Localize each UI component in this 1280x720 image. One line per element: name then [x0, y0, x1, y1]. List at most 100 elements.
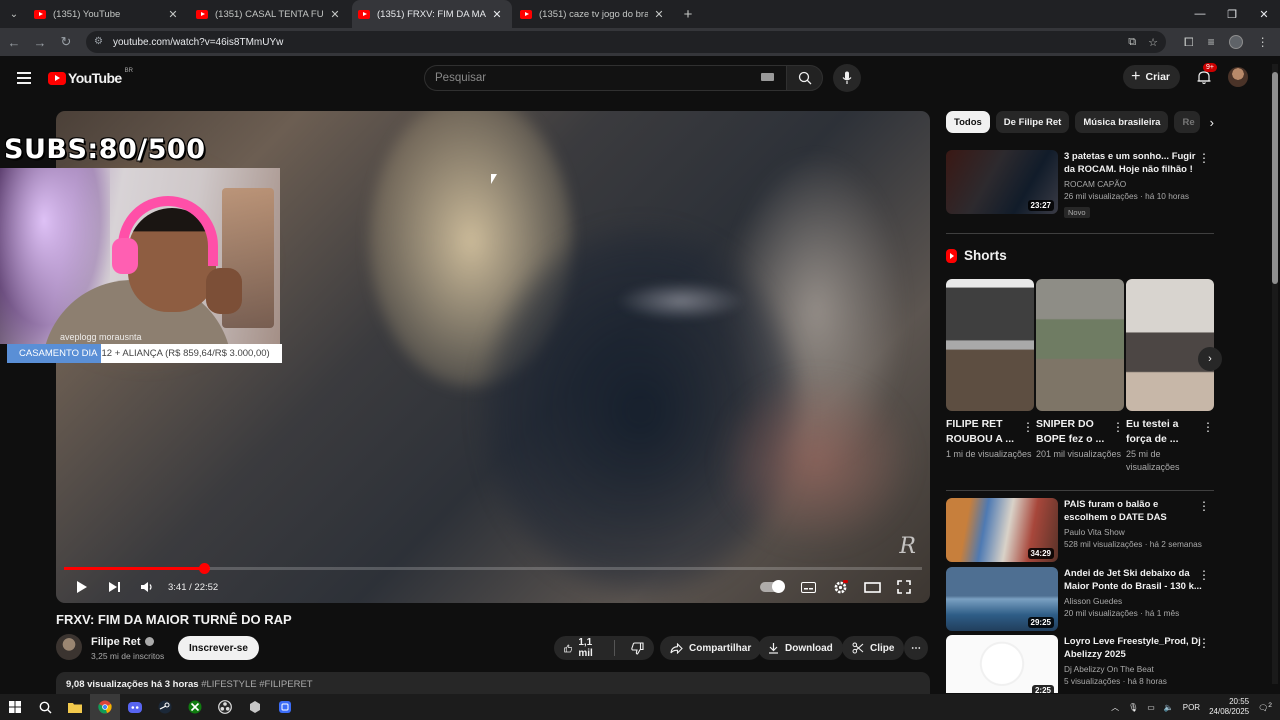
site-info-icon[interactable]: ⚙	[94, 36, 106, 48]
short-title[interactable]: FILIPE RET ROUBOU A ...	[946, 417, 1016, 447]
short-thumbnail[interactable]	[946, 279, 1034, 411]
subscribe-button[interactable]: Inscrever-se	[178, 636, 259, 660]
close-window-icon[interactable]: ✕	[1248, 0, 1280, 28]
more-vertical-icon[interactable]: ⋮	[1022, 421, 1034, 433]
volume-button[interactable]	[130, 571, 162, 603]
like-button[interactable]: 1,1 mil	[554, 636, 608, 660]
short-item[interactable]: Eu testei a força de ... 25 mi de visual…	[1126, 279, 1214, 474]
steam-taskbar-icon[interactable]	[150, 694, 180, 720]
xbox-taskbar-icon[interactable]	[180, 694, 210, 720]
browser-tab[interactable]: (1351) caze tv jogo do brasil e c ✕	[514, 0, 674, 28]
windows-start-icon[interactable]	[0, 694, 30, 720]
channel-watermark[interactable]: R	[899, 534, 916, 559]
chrome-taskbar-icon[interactable]	[90, 694, 120, 720]
taskbar-search-icon[interactable]	[30, 694, 60, 720]
video-thumbnail[interactable]: 34:29	[946, 498, 1058, 562]
notification-center-icon[interactable]: 🗨2	[1258, 702, 1272, 713]
keyboard-icon[interactable]	[761, 73, 774, 81]
video-thumbnail[interactable]: 2:25	[946, 635, 1058, 693]
profile-avatar[interactable]	[1228, 35, 1243, 49]
next-button[interactable]	[98, 571, 130, 603]
account-avatar[interactable]	[1228, 67, 1248, 87]
discord-taskbar-icon[interactable]	[120, 694, 150, 720]
search-button[interactable]	[786, 65, 823, 91]
restore-icon[interactable]: ❐	[1216, 0, 1248, 28]
short-title[interactable]: SNIPER DO BOPE fez o ...	[1036, 417, 1106, 447]
download-button[interactable]: Download	[758, 636, 843, 660]
extensions-icon[interactable]: ⧠	[1184, 35, 1194, 50]
input-language[interactable]: POR	[1183, 703, 1200, 712]
new-tab-icon[interactable]: +	[676, 6, 700, 23]
recommended-video[interactable]: 2:25 Loyro Leve Freestyle_Prod, Dj Abeli…	[946, 635, 1214, 693]
bookmark-star-icon[interactable]: ☆	[1148, 36, 1158, 49]
file-explorer-icon[interactable]	[60, 694, 90, 720]
recommended-video[interactable]: 34:29 PAIS furam o balão e escolhem o DA…	[946, 498, 1214, 562]
settings-button[interactable]	[824, 571, 856, 603]
video-title[interactable]: 3 patetas e um sonho... Fugir da ROCAM. …	[1064, 150, 1202, 176]
chips-next-chevron-icon[interactable]: ›	[1210, 115, 1214, 130]
more-vertical-icon[interactable]: ⋮	[1198, 500, 1210, 512]
video-title[interactable]: Loyro Leve Freestyle_Prod, Dj Abelizzy 2…	[1064, 635, 1202, 661]
more-actions-button[interactable]: ⋯	[904, 636, 928, 660]
video-channel[interactable]: Alisson Guedes	[1064, 595, 1202, 607]
app-taskbar-icon[interactable]	[240, 694, 270, 720]
chip-all[interactable]: Todos	[946, 111, 990, 133]
video-thumbnail[interactable]: 23:27	[946, 150, 1058, 214]
channel-name[interactable]: Filipe Ret	[91, 636, 154, 648]
theater-mode-button[interactable]	[856, 571, 888, 603]
chip-partial[interactable]: Re	[1174, 111, 1200, 133]
fullscreen-button[interactable]	[888, 571, 920, 603]
taskbar-clock[interactable]: 20:55 24/08/2025	[1209, 697, 1249, 717]
obs-taskbar-icon[interactable]	[210, 694, 240, 720]
short-thumbnail[interactable]	[1126, 279, 1214, 411]
more-vertical-icon[interactable]: ⋮	[1112, 421, 1124, 433]
more-vertical-icon[interactable]: ⋮	[1202, 421, 1214, 433]
chip-from-filipe-ret[interactable]: De Filipe Ret	[995, 111, 1070, 133]
back-icon[interactable]: ←	[2, 30, 26, 54]
network-icon[interactable]: ▭	[1147, 703, 1155, 712]
recommended-video[interactable]: 29:25 Andei de Jet Ski debaixo da Maior …	[946, 567, 1214, 631]
notifications-button[interactable]: 9+	[1194, 63, 1217, 87]
dislike-button[interactable]	[621, 636, 654, 660]
browser-menu-icon[interactable]: ⋮	[1257, 35, 1269, 49]
browser-tab-active[interactable]: (1351) FRXV: FIM DA MAIOR TURNÊ ✕	[352, 0, 512, 28]
recommended-video[interactable]: 23:27 3 patetas e um sonho... Fugir da R…	[946, 150, 1214, 218]
browser-tab[interactable]: (1351) YouTube ✕	[28, 0, 188, 28]
short-title[interactable]: Eu testei a força de ...	[1126, 417, 1196, 447]
hashtags[interactable]: #LIFESTYLE #FILIPERET	[201, 679, 312, 690]
shorts-next-chevron-icon[interactable]: ›	[1198, 347, 1222, 371]
tab-close-icon[interactable]: ✕	[490, 8, 504, 21]
youtube-logo[interactable]: YouTube BR	[48, 68, 133, 86]
short-item[interactable]: FILIPE RET ROUBOU A ... 1 mi de visualiz…	[946, 279, 1034, 461]
progress-bar[interactable]	[64, 563, 922, 574]
tab-close-icon[interactable]: ✕	[328, 8, 342, 21]
minimize-icon[interactable]: —	[1184, 0, 1216, 28]
reload-icon[interactable]: ↻	[54, 30, 78, 54]
tab-close-icon[interactable]: ✕	[652, 8, 666, 21]
share-button[interactable]: Compartilhar	[660, 636, 762, 660]
more-vertical-icon[interactable]: ⋮	[1198, 569, 1210, 581]
short-item[interactable]: SNIPER DO BOPE fez o ... 201 mil visuali…	[1036, 279, 1124, 461]
chip-brazilian-music[interactable]: Música brasileira	[1075, 111, 1169, 133]
page-scrollbar-thumb[interactable]	[1272, 72, 1278, 284]
address-bar[interactable]: ⚙ youtube.com/watch?v=46is8TMmUYw ⧉ ☆	[86, 31, 1166, 53]
video-channel[interactable]: Paulo Vita Show	[1064, 526, 1202, 538]
channel-avatar[interactable]	[56, 634, 82, 660]
app-taskbar-icon[interactable]	[270, 694, 300, 720]
tray-overflow-icon[interactable]: ︿	[1111, 702, 1119, 713]
tab-search-chevron-icon[interactable]: ⌄	[0, 0, 28, 28]
forward-icon[interactable]: →	[28, 30, 52, 54]
video-channel[interactable]: Dj Abelizzy On The Beat	[1064, 663, 1202, 675]
more-vertical-icon[interactable]: ⋮	[1198, 152, 1210, 164]
tray-mic-icon[interactable]: 🎙	[1128, 703, 1138, 712]
menu-hamburger-icon[interactable]	[17, 72, 31, 84]
autoplay-toggle[interactable]	[760, 580, 785, 593]
video-channel[interactable]: ROCAM CAPÃO	[1064, 178, 1202, 190]
media-control-icon[interactable]: ≡	[1208, 35, 1215, 49]
more-vertical-icon[interactable]: ⋮	[1198, 637, 1210, 649]
subtitles-button[interactable]	[792, 571, 824, 603]
speaker-icon[interactable]: 🔈	[1164, 703, 1174, 712]
play-button[interactable]	[66, 571, 98, 603]
video-title[interactable]: Andei de Jet Ski debaixo da Maior Ponte …	[1064, 567, 1202, 593]
search-input[interactable]	[424, 65, 786, 91]
